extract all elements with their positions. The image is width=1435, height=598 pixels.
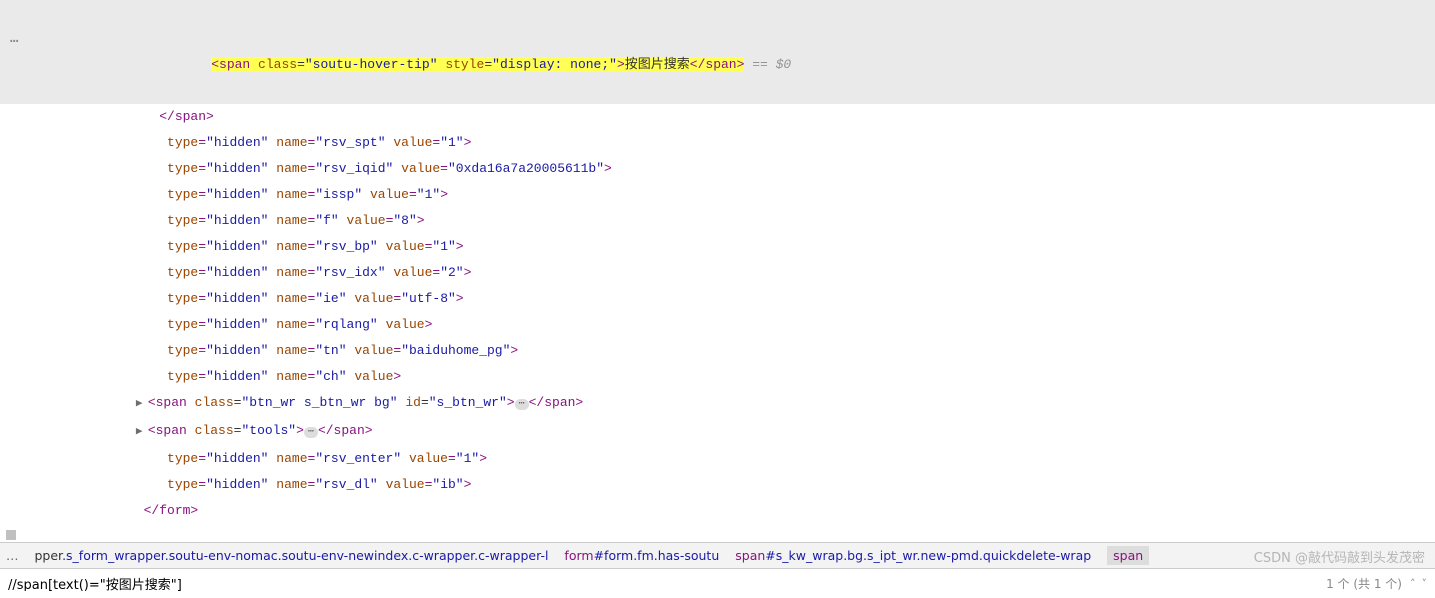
- dom-line[interactable]: type="hidden" name="rsv_iqid" value="0xd…: [0, 156, 1435, 182]
- dom-line[interactable]: type="hidden" name="rsv_enter" value="1"…: [0, 446, 1435, 472]
- dom-line[interactable]: </form>: [0, 498, 1435, 524]
- expand-triangle[interactable]: ▶: [136, 391, 148, 417]
- breadcrumb-item[interactable]: pper.s_form_wrapper.soutu-env-nomac.sout…: [35, 548, 549, 563]
- breadcrumb-bar[interactable]: … pper.s_form_wrapper.soutu-env-nomac.so…: [0, 542, 1435, 568]
- expand-triangle[interactable]: ▶: [136, 419, 148, 445]
- selected-dom-line[interactable]: … <span class="soutu-hover-tip" style="d…: [0, 0, 1435, 104]
- dom-line[interactable]: type="hidden" name="rsv_spt" value="1">: [0, 130, 1435, 156]
- dom-line[interactable]: type="hidden" name="tn" value="baiduhome…: [0, 338, 1435, 364]
- breadcrumb-item[interactable]: form#form.fm.has-soutu: [564, 548, 719, 563]
- dom-line[interactable]: type="hidden" name="ie" value="utf-8">: [0, 286, 1435, 312]
- dom-line[interactable]: </span>: [0, 104, 1435, 130]
- dom-line-collapsed[interactable]: ▶<span class="tools">⋯</span>: [0, 418, 1435, 446]
- dom-line[interactable]: type="hidden" name="rsv_bp" value="1">: [0, 234, 1435, 260]
- search-result-count: 1 个 (共 1 个): [1326, 575, 1402, 592]
- search-input[interactable]: [8, 576, 1318, 591]
- dom-line[interactable]: type="hidden" name="rsv_dl" value="ib">: [0, 472, 1435, 498]
- breadcrumb-item[interactable]: span#s_kw_wrap.bg.s_ipt_wr.new-pmd.quick…: [735, 548, 1091, 563]
- search-prev-icon[interactable]: ˄: [1410, 577, 1416, 590]
- search-next-icon[interactable]: ˅: [1422, 577, 1428, 590]
- dom-line[interactable]: type="hidden" name="ch" value>: [0, 364, 1435, 390]
- dom-line-collapsed[interactable]: ▶<span class="btn_wr s_btn_wr bg" id="s_…: [0, 390, 1435, 418]
- elements-tree[interactable]: … <span class="soutu-hover-tip" style="d…: [0, 0, 1435, 528]
- breadcrumb-item-current[interactable]: span: [1107, 546, 1149, 565]
- dom-line[interactable]: type="hidden" name="rsv_idx" value="2">: [0, 260, 1435, 286]
- dom-line[interactable]: type="hidden" name="f" value="8">: [0, 208, 1435, 234]
- gutter-ellipsis: …: [10, 26, 40, 52]
- horizontal-scroll-indicator[interactable]: [0, 528, 1435, 542]
- breadcrumb-overflow[interactable]: …: [6, 548, 19, 563]
- dom-line[interactable]: type="hidden" name="issp" value="1">: [0, 182, 1435, 208]
- search-bar: 1 个 (共 1 个) ˄ ˅: [0, 568, 1435, 598]
- dom-line[interactable]: type="hidden" name="rqlang" value>: [0, 312, 1435, 338]
- tag-open: <span: [211, 57, 250, 72]
- collapsed-dots[interactable]: ⋯: [515, 399, 529, 410]
- collapsed-dots[interactable]: ⋯: [304, 427, 318, 438]
- search-nav: ˄ ˅: [1410, 577, 1427, 590]
